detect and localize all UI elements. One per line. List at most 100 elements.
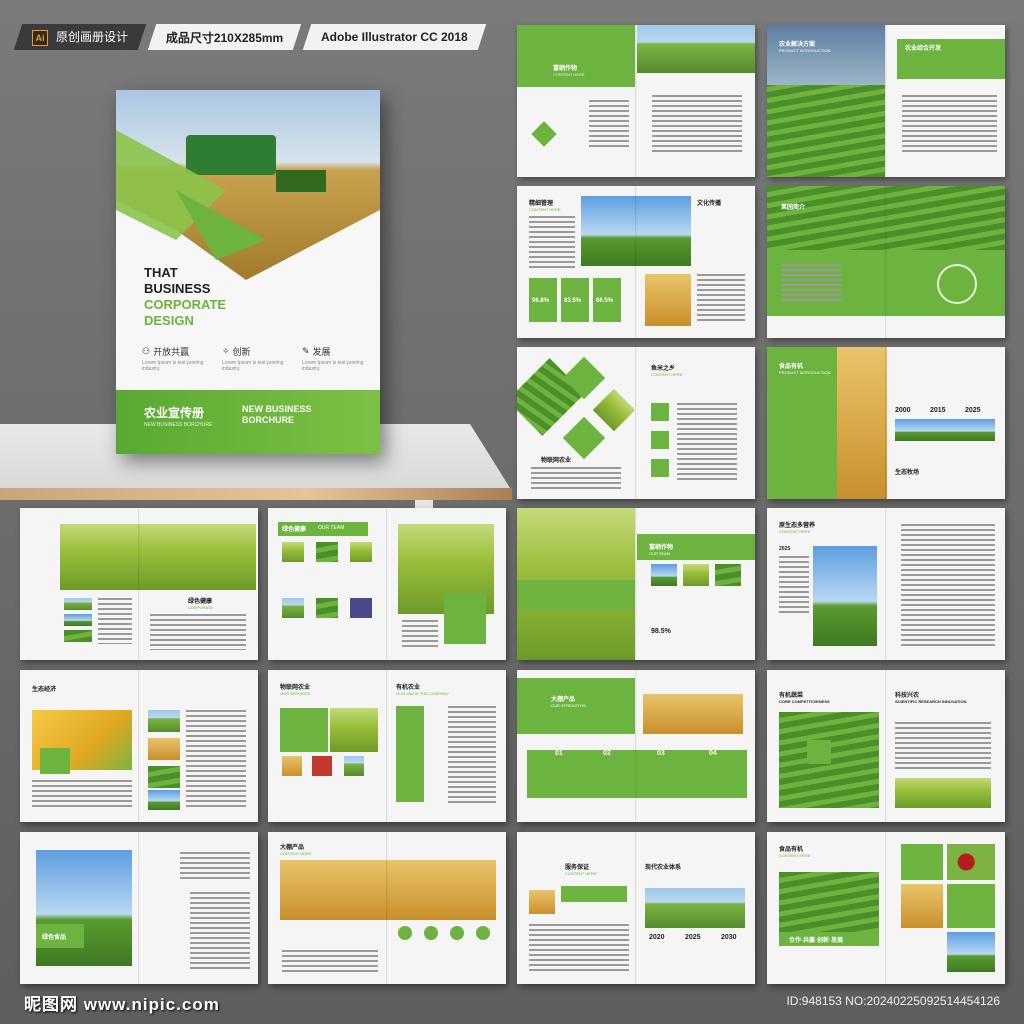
text-lines — [895, 722, 991, 772]
truck-shape — [276, 170, 326, 192]
photo-sky — [767, 25, 885, 85]
year-label: 2025 — [685, 934, 701, 941]
spread-page: 农业解决方案 PRODUCT INTRODUCTION 农业综合开发 — [767, 25, 1005, 177]
thumb-photo — [316, 598, 338, 618]
thumb-photo — [350, 598, 372, 618]
cover-english-title: NEW BUSINESS BORCHURE — [242, 404, 312, 426]
tag-software-label: Adobe Illustrator CC 2018 — [321, 30, 469, 44]
year-dot — [424, 926, 438, 940]
spread-subtitle: OUR TEAM — [318, 525, 345, 531]
spread-title: 原生态多营养 CONTENT HERE — [779, 520, 815, 534]
spread-page: 精细管理 CONTENT HERE 96.8% 83.5% 66.5% 文化传播 — [517, 186, 755, 338]
photo-wheat-field — [60, 524, 256, 590]
thumb-photo — [282, 756, 302, 776]
cover-green-band: 农业宣传册 NEW BUSINESS BORCHURE NEW BUSINESS… — [116, 390, 380, 454]
spread-title: 富硒作物 CONTENT HERE — [553, 63, 584, 77]
spread-subtitle: CONTENT HERE — [779, 529, 811, 534]
spread-title: 物联网农业 OUR SERVICES — [280, 682, 310, 696]
thumb-photo — [282, 542, 304, 562]
photo-harvester — [637, 25, 755, 73]
stat-value: 66.5% — [596, 298, 614, 304]
spread-title: 富硒作物 OUR TEAM — [649, 542, 673, 556]
green-card — [901, 844, 943, 880]
photo-cherries — [947, 844, 995, 880]
spread-subtitle: CONTENT HERE — [553, 72, 585, 77]
brochure-cover: THAT BUSINESS CORPORATE DESIGN ⚇ 开放共赢 Lor… — [116, 90, 380, 454]
photo-wheat — [837, 347, 887, 499]
spread-subtitle: CONTENT HERE — [529, 207, 561, 212]
thumb-photo — [64, 630, 92, 642]
thumb-photo — [148, 738, 180, 760]
text-lines — [448, 706, 496, 806]
text-lines — [282, 950, 378, 974]
spread-title: 绿色食品 — [42, 935, 67, 941]
feature-item: ✧ 创新 Lorem Ipsum is text printing industr… — [222, 345, 288, 372]
year-dot — [476, 926, 490, 940]
photo-strip — [895, 419, 995, 441]
spread-page: 食品有机 PRODUCT INTRODUCTION 2000 2015 2025 … — [767, 347, 1005, 499]
feature-sub: Lorem Ipsum is text printing industry. — [222, 360, 284, 372]
spread-title-2: 生态牧场 — [895, 470, 920, 476]
feature-item: ⚇ 开放共赢 Lorem Ipsum is text printing indus… — [142, 345, 208, 372]
thumb-photo — [316, 542, 338, 562]
stat-value: 98.5% — [651, 628, 671, 635]
spread-page: 绿色健康 CORPORATE — [20, 508, 258, 660]
thumb-photo — [312, 756, 332, 776]
thumb-photo — [715, 564, 741, 586]
spread-page: 大棚产品 CONTENT HERE — [268, 832, 506, 984]
image-id: ID:948153 NO:20240225092514454126 — [786, 994, 1000, 1008]
spread-title: 有机蔬菜 CORE COMPETITIVENESS — [779, 690, 830, 704]
photo-sky — [947, 932, 995, 972]
icon-box — [651, 431, 669, 449]
spread-title-2: 有机农业 OUR VALUE THE COMPANY — [396, 682, 449, 696]
spread-title-2: 科技兴农 SCIENTIFIC RESEARCH INNOVATION — [895, 690, 966, 704]
spread-title: 大棚产品 OUR STRENGTHS — [551, 694, 586, 708]
harvester-shape — [186, 135, 276, 175]
cover-title-line3: CORPORATE — [144, 297, 227, 312]
feature-label: 开放共赢 — [153, 347, 190, 357]
text-lines — [902, 95, 997, 155]
thumb-photo — [344, 756, 364, 776]
green-card — [947, 884, 995, 928]
slogan: 合作·共赢·创新·发展 — [789, 938, 843, 944]
tag-original-design: Ai 原创画册设计 — [13, 24, 147, 50]
spread-title: 绿色健康 — [282, 527, 307, 533]
table-edge — [0, 488, 512, 500]
year-label: 2025 — [779, 546, 791, 552]
thumb-photo — [350, 542, 372, 562]
spread-title-2: 现代农业体系 — [645, 865, 682, 871]
thumb-photo — [64, 598, 92, 610]
spread-page: 绿色健康 OUR TEAM — [268, 508, 506, 660]
spread-page: 生态经济 — [20, 670, 258, 822]
icon-box — [651, 459, 669, 477]
photo-wheat-field — [280, 860, 496, 920]
photo-potatoes — [643, 694, 743, 734]
text-lines — [150, 614, 246, 650]
text-lines — [652, 95, 742, 155]
footer: 昵图网 www.nipic.com ID:948153 NO:202402250… — [0, 984, 1024, 1024]
stat-value: 83.5% — [564, 298, 582, 304]
photo-tea-field — [645, 888, 745, 928]
spread-subtitle: CORE COMPETITIVENESS — [779, 699, 830, 704]
text-lines — [781, 264, 841, 304]
photo-diamond-2 — [592, 388, 636, 432]
green-card — [40, 748, 70, 774]
tag-software: Adobe Illustrator CC 2018 — [303, 24, 487, 50]
spread-subtitle: CONTENT HERE — [651, 372, 683, 377]
thumb-photo — [683, 564, 709, 586]
cover-chinese-subtitle: NEW BUSINESS BORCHURE — [144, 422, 213, 428]
spread-page: 有机蔬菜 CORE COMPETITIVENESS 科技兴农 SCIENTIFIC … — [767, 670, 1005, 822]
spread-title: 服务保证 CONTENT HERE — [565, 862, 596, 876]
spread-title: 果园简介 — [781, 205, 806, 211]
text-lines — [180, 852, 250, 882]
spread-title: 食品有机 CONTENT HERE — [779, 844, 810, 858]
cover-english-line2: BORCHURE — [242, 415, 295, 425]
year-label: 2020 — [649, 934, 665, 941]
spread-title: 大棚产品 CONTENT HERE — [280, 842, 311, 856]
spread-page: 食品有机 CONTENT HERE 合作·共赢·创新·发展 — [767, 832, 1005, 984]
tag-size: 成品尺寸210X285mm — [147, 24, 302, 50]
feature-item: ✎ 发展 Lorem Ipsum is text printing industr… — [302, 345, 368, 372]
thumb-photo — [148, 710, 180, 732]
spread-subtitle: PRODUCT INTRODUCTION — [779, 370, 831, 375]
spread-subtitle-2: SCIENTIFIC RESEARCH INNOVATION — [895, 699, 967, 704]
